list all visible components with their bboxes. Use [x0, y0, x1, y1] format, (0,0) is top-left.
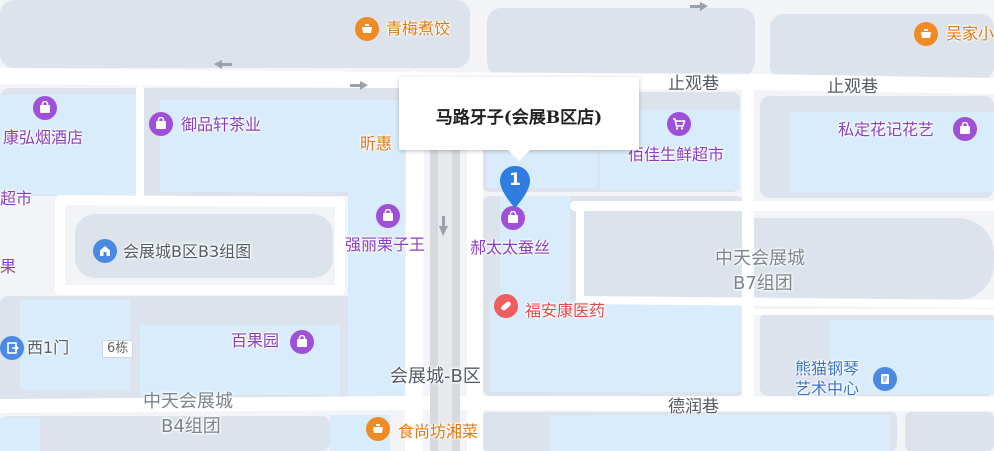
shopping-bag-icon[interactable] [376, 204, 400, 228]
poi-kanghong-label[interactable]: 康弘烟酒店 [3, 129, 83, 147]
poi-chaoshi-label[interactable]: 超市 [0, 190, 32, 208]
poi-baiguoyuan-label[interactable]: 百果园 [231, 332, 279, 350]
callout-tail [507, 149, 531, 161]
location-marker[interactable]: 1 [497, 164, 533, 214]
poi-yupin-label[interactable]: 御品轩茶业 [181, 116, 261, 134]
callout-title: 马路牙子(会展B区店) [435, 108, 603, 128]
area-b7-line1: 中天会展城 [715, 248, 805, 269]
gate-icon[interactable] [0, 336, 24, 360]
poi-qingmei-label[interactable]: 青梅煮饺 [386, 20, 450, 38]
poi-xinhui-label[interactable]: 昕惠 [360, 135, 392, 153]
education-book-icon[interactable] [873, 367, 897, 391]
marker-number: 1 [509, 170, 521, 190]
building-number-badge: 6栋 [102, 340, 134, 358]
map-canvas[interactable]: 青梅煮饺 吴家小 康弘烟酒店 御品轩茶业 昕惠 佰佳生鲜超市 私定花记花艺 超市… [0, 0, 994, 451]
shopping-bag-icon[interactable] [290, 330, 314, 354]
road-zhiguan-1: 止观巷 [668, 74, 719, 94]
area-b4-line1: 中天会展城 [143, 391, 233, 412]
poi-hetaitai-label[interactable]: 郝太太蚕丝 [470, 239, 550, 257]
poi-sidinghua-label[interactable]: 私定花记花艺 [838, 121, 934, 139]
restaurant-icon[interactable] [914, 22, 938, 46]
poi-baijia-label[interactable]: 佰佳生鲜超市 [628, 146, 724, 164]
road-derun: 德润巷 [668, 397, 719, 417]
shopping-bag-icon[interactable] [149, 112, 173, 136]
shopping-bag-icon[interactable] [953, 117, 977, 141]
poi-fuan-label[interactable]: 福安康医药 [525, 302, 605, 320]
poi-callout[interactable]: 马路牙子(会展B区店) [399, 77, 639, 161]
poi-shishangfang-label[interactable]: 食尚坊湘菜 [398, 423, 478, 441]
road-huizhan-b: 会展城-B区 [390, 366, 481, 387]
poi-xiongmao-line1[interactable]: 熊猫钢琴 [795, 360, 859, 378]
poi-guo-label[interactable]: 果 [0, 258, 16, 276]
poi-wujia-label[interactable]: 吴家小 [946, 25, 994, 43]
poi-qiangli-label[interactable]: 强丽栗子王 [345, 236, 425, 254]
area-b7-line2: B7组团 [733, 273, 793, 294]
restaurant-icon[interactable] [355, 17, 379, 41]
road-zhiguan-2: 止观巷 [827, 77, 878, 97]
restaurant-icon[interactable] [366, 417, 390, 441]
poi-xiyimen-label[interactable]: 西1门 [27, 339, 69, 357]
pharmacy-pill-icon[interactable] [494, 294, 518, 318]
poi-zutu-label[interactable]: 会展城B区B3组图 [123, 243, 251, 261]
area-b4-line2: B4组团 [161, 416, 221, 437]
shopping-bag-icon[interactable] [33, 96, 57, 120]
shopping-cart-icon[interactable] [667, 112, 691, 136]
poi-xiongmao-line2[interactable]: 艺术中心 [795, 380, 859, 398]
residential-icon[interactable] [93, 239, 117, 263]
